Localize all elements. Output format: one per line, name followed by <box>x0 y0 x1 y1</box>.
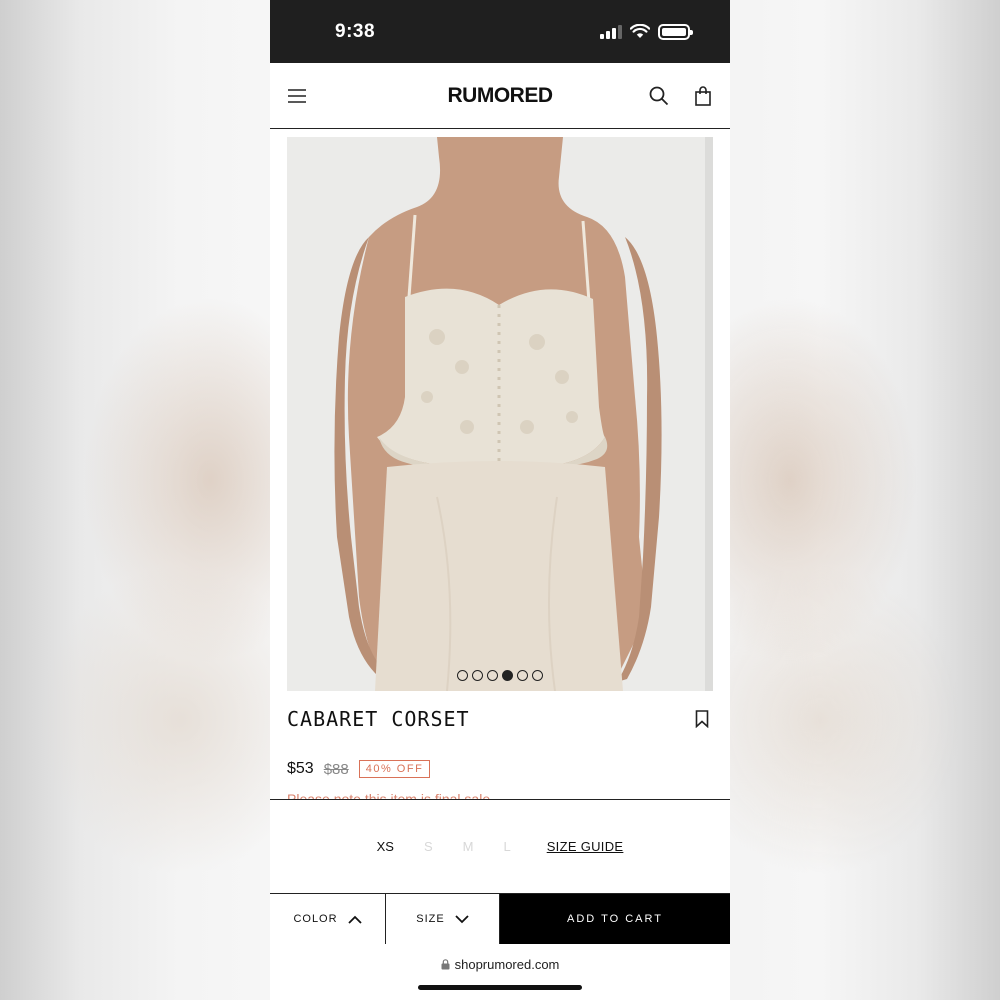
background-blur-left <box>0 0 270 1000</box>
final-sale-note: Please note this item is final sale <box>287 791 491 799</box>
size-option-xs[interactable]: XS <box>377 839 394 854</box>
carousel-dot[interactable] <box>457 670 468 681</box>
carousel-dot[interactable] <box>532 670 543 681</box>
add-to-cart-label: ADD TO CART <box>567 913 663 925</box>
search-icon[interactable] <box>648 85 670 107</box>
discount-badge: 40% OFF <box>358 760 431 778</box>
cellular-signal-icon <box>600 24 622 39</box>
size-button-label: SIZE <box>416 913 445 925</box>
battery-icon <box>658 23 693 40</box>
carousel-dot[interactable] <box>517 670 528 681</box>
original-price: $88 <box>323 760 349 778</box>
site-header: RUMORED <box>270 63 730 129</box>
action-bar: COLOR SIZE ADD TO CART <box>270 893 730 944</box>
bookmark-icon[interactable] <box>691 708 713 730</box>
product-photo <box>287 137 713 691</box>
browser-url-bar[interactable]: shoprumored.com <box>270 944 730 984</box>
status-time: 9:38 <box>335 20 376 42</box>
url-text: shoprumored.com <box>454 956 560 972</box>
wifi-icon <box>630 24 650 38</box>
product-image[interactable] <box>287 137 713 691</box>
carousel-dot-active[interactable] <box>502 670 513 681</box>
carousel-dot[interactable] <box>487 670 498 681</box>
sale-price: $53 <box>287 760 314 777</box>
size-button[interactable]: SIZE <box>386 894 500 944</box>
color-button[interactable]: COLOR <box>270 894 386 944</box>
brand-logo[interactable]: RUMORED <box>448 84 554 108</box>
price-row: $53 $88 40% OFF <box>287 760 431 778</box>
size-option-s: S <box>423 839 433 854</box>
chevron-down-icon <box>455 914 469 923</box>
size-guide-link[interactable]: SIZE GUIDE <box>547 839 624 854</box>
menu-icon[interactable] <box>286 85 308 107</box>
color-button-label: COLOR <box>293 913 338 925</box>
status-bar: 9:38 <box>270 0 730 63</box>
size-option-m: M <box>462 839 474 854</box>
size-selector: XS S M L SIZE GUIDE <box>270 799 730 893</box>
status-icons <box>600 23 693 40</box>
phone-screen: 9:38 RUMORED CABARET CORSET $53 $88 40% … <box>270 0 730 1000</box>
shopping-bag-icon[interactable] <box>692 85 714 107</box>
add-to-cart-button[interactable]: ADD TO CART <box>500 894 730 944</box>
image-carousel-dots <box>287 670 713 681</box>
lock-icon <box>441 958 450 969</box>
chevron-up-icon <box>347 915 362 924</box>
home-indicator[interactable] <box>418 985 582 990</box>
carousel-dot[interactable] <box>472 670 483 681</box>
product-title-row: CABARET CORSET <box>287 707 713 731</box>
product-title: CABARET CORSET <box>287 707 470 731</box>
size-option-l: L <box>503 839 511 854</box>
background-blur-right <box>730 0 1000 1000</box>
